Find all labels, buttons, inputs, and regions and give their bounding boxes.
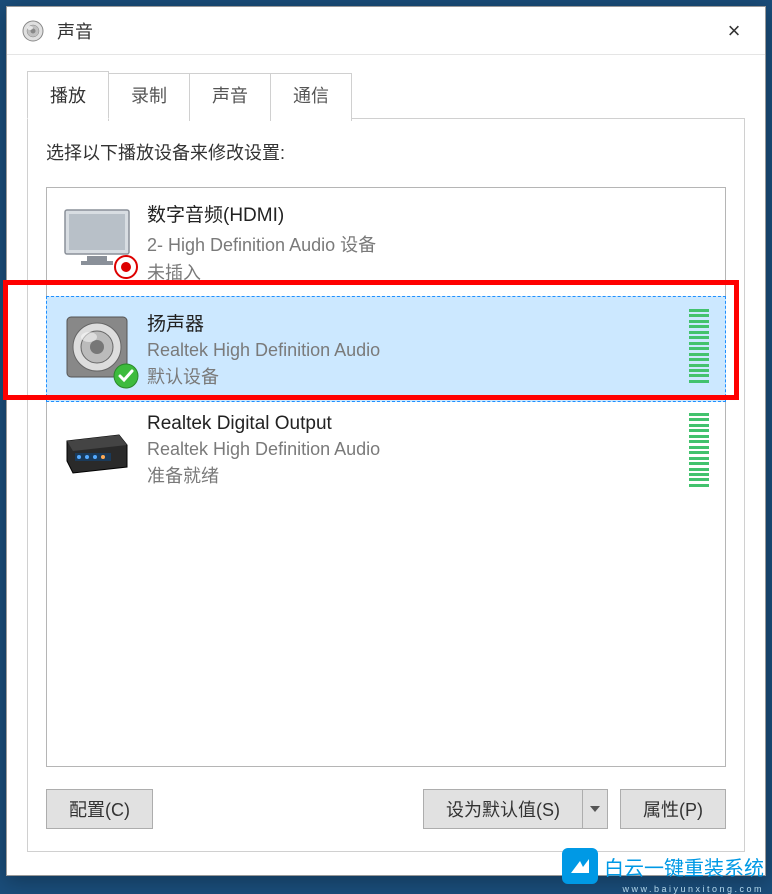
sound-dialog: 声音 × 播放 录制 声音 通信 选择以下播放设备来修改设置: (6, 6, 766, 876)
titlebar: 声音 × (7, 7, 765, 55)
window-title: 声音 (57, 18, 709, 44)
device-info: 扬声器 Realtek High Definition Audio 默认设备 (147, 309, 681, 389)
device-status: 默认设备 (147, 363, 681, 389)
level-meter (689, 413, 709, 489)
button-group-right: 设为默认值(S) 属性(P) (423, 789, 726, 829)
monitor-icon (59, 200, 135, 276)
tab-strip: 播放 录制 声音 通信 (27, 71, 745, 119)
device-status: 准备就绪 (147, 462, 681, 488)
set-default-split-button: 设为默认值(S) (423, 789, 608, 829)
device-description: Realtek High Definition Audio (147, 340, 681, 361)
properties-button[interactable]: 属性(P) (620, 789, 726, 829)
device-name: Realtek Digital Output (147, 413, 681, 435)
speaker-icon (59, 309, 135, 385)
button-row: 配置(C) 设为默认值(S) 属性(P) (46, 789, 726, 829)
device-name: 扬声器 (147, 309, 681, 336)
device-item[interactable]: 扬声器 Realtek High Definition Audio 默认设备 (46, 296, 726, 402)
content-area: 播放 录制 声音 通信 选择以下播放设备来修改设置: (7, 55, 765, 866)
error-badge-icon (113, 254, 139, 280)
set-default-dropdown[interactable] (582, 789, 608, 829)
close-button[interactable]: × (709, 7, 759, 55)
check-badge-icon (113, 363, 139, 389)
playback-panel: 选择以下播放设备来修改设置: (27, 118, 745, 852)
watermark-text: 白云一键重装系统 (604, 852, 764, 881)
set-default-button[interactable]: 设为默认值(S) (423, 789, 582, 829)
device-info: 数字音频(HDMI) 2- High Definition Audio 设备 未… (147, 200, 709, 285)
device-description: 2- High Definition Audio 设备 (147, 231, 709, 257)
digital-output-icon (59, 413, 135, 489)
tab-playback[interactable]: 播放 (27, 71, 109, 119)
level-meter (689, 309, 709, 385)
watermark-logo-icon (562, 848, 598, 884)
sound-dialog-icon (21, 19, 45, 43)
device-item[interactable]: 数字音频(HDMI) 2- High Definition Audio 设备 未… (47, 188, 725, 297)
device-item[interactable]: Realtek Digital Output Realtek High Defi… (47, 401, 725, 501)
watermark: 白云一键重装系统 (562, 848, 764, 884)
tab-recording[interactable]: 录制 (108, 73, 190, 121)
device-list[interactable]: 数字音频(HDMI) 2- High Definition Audio 设备 未… (46, 187, 726, 767)
chevron-down-icon (590, 806, 600, 812)
tab-communications[interactable]: 通信 (270, 73, 352, 121)
device-name: 数字音频(HDMI) (147, 200, 709, 227)
device-info: Realtek Digital Output Realtek High Defi… (147, 413, 681, 488)
tab-sounds[interactable]: 声音 (189, 73, 271, 121)
instruction-text: 选择以下播放设备来修改设置: (46, 139, 726, 165)
device-description: Realtek High Definition Audio (147, 439, 681, 460)
device-status: 未插入 (147, 259, 709, 285)
watermark-url: www.baiyunxitong.com (622, 884, 764, 894)
configure-button[interactable]: 配置(C) (46, 789, 153, 829)
